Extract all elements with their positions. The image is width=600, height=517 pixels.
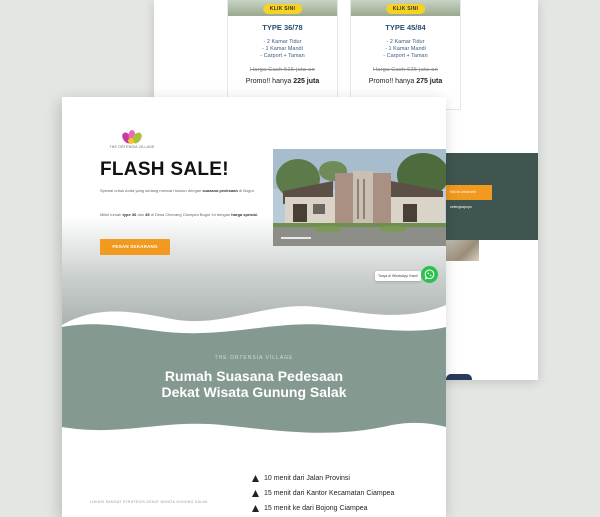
klik-sini-button[interactable]: KLIK SINI: [385, 4, 426, 14]
order-now-button[interactable]: PESAN SEKARANG: [100, 239, 170, 255]
promo-prefix: Promo!! hanya: [368, 78, 417, 85]
section-title-line: Rumah Suasana Pedesaan: [164, 368, 344, 384]
desc-text: dan: [136, 212, 146, 217]
feature-list: - 2 Kamar Tidur - 1 Kamar Mandi - Carpor…: [228, 39, 337, 60]
price-old: Harga Cash 515 juta-an: [250, 67, 315, 73]
page-title: FLASH SALE!: [100, 159, 229, 180]
house-image: KLIK SINI: [228, 0, 337, 16]
promo-prefix: Promo!! hanya: [245, 78, 294, 85]
klik-sini-button[interactable]: KLIK SINI: [262, 4, 303, 14]
desc-text: di Bogor.: [237, 188, 255, 193]
whatsapp-tooltip: Tanya di WhatsApp Kami!: [375, 271, 421, 281]
section-title: Rumah Suasana Pedesaan Dekat Wisata Gunun…: [62, 368, 446, 400]
price-old: Harga Cash 625 juta-an: [373, 67, 438, 73]
wave-section-background: [62, 305, 446, 447]
type-name: TYPE 36/78: [262, 23, 303, 32]
logo-text: THE ORTENSIA VILLAGE: [109, 145, 155, 149]
feature-list: - 2 Kamar Tidur - 1 Kamar Mandi - Carpor…: [351, 39, 460, 60]
promo-value: 275 juta: [416, 78, 443, 85]
back-pill-button[interactable]: [446, 374, 472, 380]
desc-highlight: suasana pedesaan: [202, 188, 238, 193]
feature-item: - Carport + Taman: [260, 53, 305, 59]
hero-description: Spesial untuk Anda yang sedang mencari h…: [100, 188, 260, 194]
whatsapp-icon: [424, 269, 435, 280]
desc-text: di Desa Ciherang Ciampea Bogor ini denga…: [149, 212, 232, 217]
desc-highlight: type 36: [122, 212, 137, 217]
feature-item: - Carport + Taman: [383, 53, 428, 59]
list-item: 15 menit ke dari Bojong Ciampea: [252, 501, 394, 516]
feature-item: - 1 Kamar Mandi: [262, 46, 303, 52]
house-image: KLIK SINI: [351, 0, 460, 16]
house-photo: [273, 149, 446, 246]
list-item: 10 menit dari Jalan Provinsi: [252, 471, 394, 486]
car-icon: [252, 475, 259, 482]
hero-description-2: Miliki rumah type 36 dan 45 di Desa Cihe…: [100, 212, 260, 218]
back-info-button[interactable]: Klik ini untuk info selengkapnya: [446, 185, 492, 209]
feature-item: - 1 Kamar Mandi: [385, 46, 426, 52]
location-caption: LOKASI SANGAT STRATEGIS DEKAT WISATA GUN…: [90, 500, 208, 504]
type-card-36: KLIK SINI TYPE 36/78 - 2 Kamar Tidur - 1…: [227, 0, 338, 110]
price-promo: Promo!! hanya 275 juta: [351, 78, 460, 85]
type-card-45: KLIK SINI TYPE 45/84 - 2 Kamar Tidur - 1…: [350, 0, 461, 110]
whatsapp-button[interactable]: [421, 266, 438, 283]
desc-highlight: harga spesial.: [231, 212, 258, 217]
section-subtitle: THE ORTENSIA VILLAGE: [214, 355, 294, 361]
flower-logo-icon: [122, 130, 142, 144]
list-item-text: 15 menit ke dari Bojong Ciampea: [264, 505, 368, 512]
promo-value: 225 juta: [293, 78, 320, 85]
section-title-line: Dekat Wisata Gunung Salak: [161, 384, 347, 400]
car-icon: [252, 490, 259, 497]
front-page-preview: THE ORTENSIA VILLAGE FLASH SALE! Spesial…: [62, 97, 446, 517]
feature-item: - 2 Kamar Tidur: [386, 39, 425, 45]
desc-text: Spesial untuk Anda yang sedang mencari h…: [100, 188, 203, 193]
car-icon: [252, 505, 259, 512]
house-illustration: [273, 149, 446, 246]
list-item: 15 menit dari Kantor Kecamatan Ciampea: [252, 486, 394, 501]
desc-text: Miliki rumah: [100, 212, 123, 217]
back-thumbnail-image: [446, 240, 479, 261]
price-promo: Promo!! hanya 225 juta: [228, 78, 337, 85]
list-item-text: 10 menit dari Jalan Provinsi: [264, 475, 350, 482]
list-item-text: 15 menit dari Kantor Kecamatan Ciampea: [264, 490, 395, 497]
logo: THE ORTENSIA VILLAGE: [102, 130, 162, 149]
type-name: TYPE 45/84: [385, 23, 426, 32]
location-info-list: 10 menit dari Jalan Provinsi 15 menit da…: [252, 471, 394, 516]
feature-item: - 2 Kamar Tidur: [263, 39, 302, 45]
